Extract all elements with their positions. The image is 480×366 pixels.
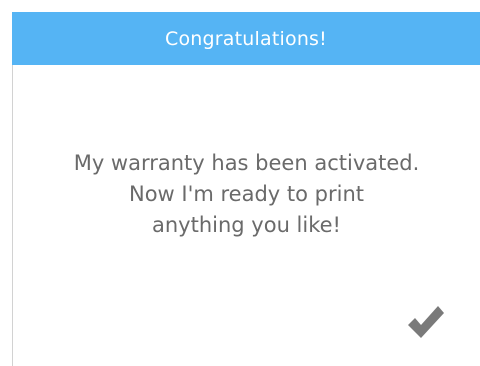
message-line-2: Now I'm ready to print (129, 182, 364, 206)
message-line-3: anything you like! (152, 213, 341, 237)
dialog-header: Congratulations! (12, 12, 480, 65)
checkmark-icon (408, 306, 444, 338)
dialog-message: My warranty has been activated. Now I'm … (13, 148, 480, 241)
confirm-button[interactable] (405, 298, 445, 342)
message-line-1: My warranty has been activated. (73, 151, 420, 175)
dialog-title: Congratulations! (165, 27, 327, 50)
warranty-dialog: Congratulations! My warranty has been ac… (0, 0, 480, 366)
